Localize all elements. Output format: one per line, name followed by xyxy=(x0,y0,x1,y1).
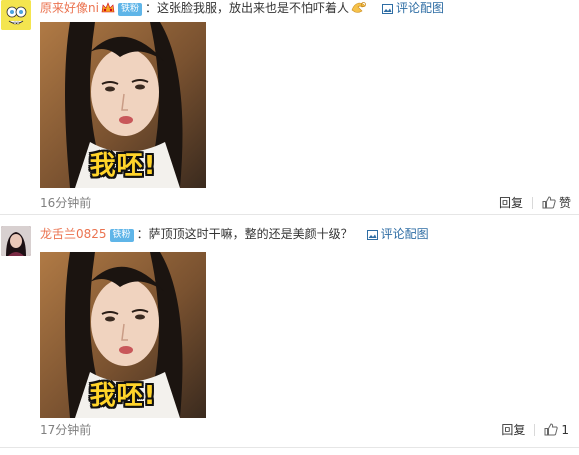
meme-caption: 我呸! xyxy=(89,381,157,411)
username-link[interactable]: 龙舌兰0825 xyxy=(40,227,107,241)
reply-button[interactable]: 回复 xyxy=(499,196,523,210)
like-label: 赞 xyxy=(558,196,571,210)
username-link[interactable]: 原来好像ni xyxy=(40,1,99,15)
comment-timestamp: 16分钟前 xyxy=(40,196,92,210)
like-button[interactable]: 赞 xyxy=(542,196,571,210)
view-comment-image-link[interactable]: 评论配图 xyxy=(381,1,444,15)
comment-text: ：萨顶顶这时干嘛，整的还是美颜十级？ xyxy=(136,227,353,241)
ok-hand-emoji-icon xyxy=(350,0,368,18)
comment-item: 龙舌兰0825 铁粉 ：萨顶顶这时干嘛，整的还是美颜十级？ 评论配图 我呸! 1… xyxy=(0,222,579,448)
like-button[interactable]: 1 xyxy=(544,423,569,437)
avatar[interactable] xyxy=(1,226,31,256)
vip-crown-icon xyxy=(101,2,115,18)
divider xyxy=(534,424,536,436)
thumbs-up-icon xyxy=(544,423,559,436)
comment-item: 原来好像ni 铁粉 ：这张脸我服，放出来也是不怕吓着人 评论配图 我呸! 16分… xyxy=(0,0,579,215)
comment-text: ：这张脸我服，放出来也是不怕吓着人 xyxy=(144,1,349,15)
comment-image[interactable]: 我呸! xyxy=(40,22,206,188)
fan-badge: 铁粉 xyxy=(117,3,142,16)
pic-link-label: 评论配图 xyxy=(380,227,429,241)
view-comment-image-link[interactable]: 评论配图 xyxy=(366,227,429,241)
comment-headline: 龙舌兰0825 铁粉 ：萨顶顶这时干嘛，整的还是美颜十级？ 评论配图 xyxy=(40,226,429,242)
comment-image[interactable]: 我呸! xyxy=(40,252,206,418)
divider xyxy=(531,197,533,209)
pic-link-label: 评论配图 xyxy=(395,1,444,15)
avatar[interactable] xyxy=(1,0,31,30)
comment-actions: 回复 赞 xyxy=(499,195,571,211)
reply-button[interactable]: 回复 xyxy=(501,423,525,437)
fan-badge: 铁粉 xyxy=(109,229,134,242)
comment-timestamp: 17分钟前 xyxy=(40,423,92,437)
comment-actions: 回复 1 xyxy=(501,422,569,438)
image-icon xyxy=(381,4,393,14)
thumbs-up-icon xyxy=(542,196,556,209)
meme-caption: 我呸! xyxy=(89,151,157,181)
image-icon xyxy=(366,230,378,240)
like-count: 1 xyxy=(561,423,569,437)
comment-headline: 原来好像ni 铁粉 ：这张脸我服，放出来也是不怕吓着人 评论配图 xyxy=(40,0,444,16)
